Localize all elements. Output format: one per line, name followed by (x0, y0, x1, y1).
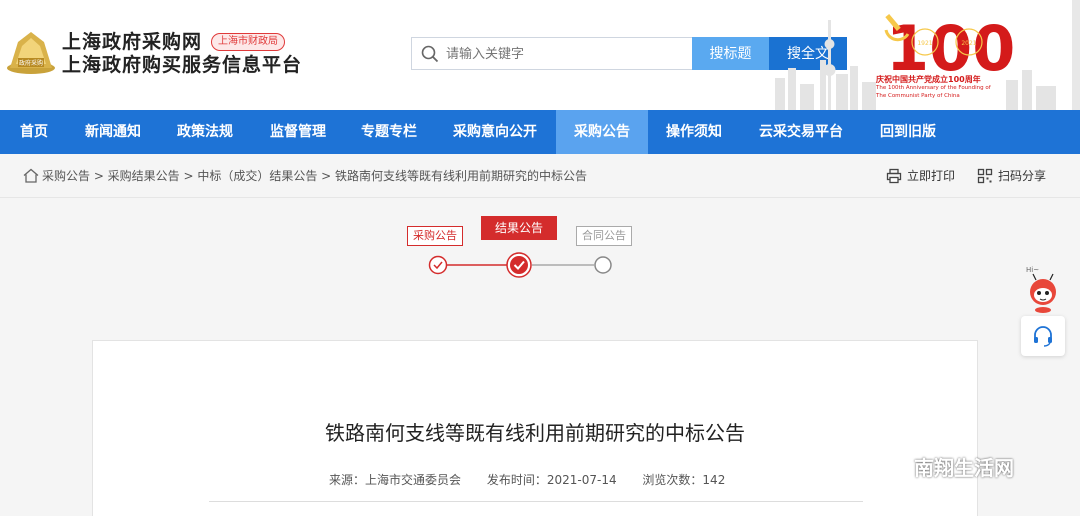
nav-guide[interactable]: 操作须知 (648, 110, 740, 154)
anniversary-caption: 庆祝中国共产党成立100周年 (876, 75, 981, 84)
article-card: 铁路南何支线等既有线利用前期研究的中标公告 来源：上海市交通委员会 发布时间：2… (92, 340, 978, 516)
search-title-button[interactable]: 搜标题 (692, 37, 769, 70)
anniversary-year-end: 2021 (961, 40, 976, 47)
nav-intent-disclosure[interactable]: 采购意向公开 (434, 110, 556, 154)
gov-procurement-emblem-icon[interactable]: 政府采购 (4, 28, 58, 76)
step-tag-contract-notice[interactable]: 合同公告 (576, 226, 632, 246)
headset-icon (1034, 326, 1052, 347)
article-views: 浏览次数：142 (642, 473, 726, 487)
main-nav: 首页 新闻通知 政策法规 监督管理 专题专栏 采购意向公开 采购公告 操作须知 … (0, 110, 1080, 154)
step-tag-result-notice[interactable]: 结果公告 (481, 216, 558, 240)
nav-topics[interactable]: 专题专栏 (344, 110, 434, 154)
search-box (411, 37, 693, 70)
printer-icon (886, 168, 902, 184)
step-pending-circle-icon (594, 256, 612, 274)
article-title: 铁路南何支线等既有线利用前期研究的中标公告 (325, 421, 745, 445)
article-source: 来源：上海市交通委员会 (329, 473, 462, 487)
ant-mascot-icon[interactable]: Hi~ (1024, 262, 1062, 314)
home-icon[interactable] (23, 168, 39, 183)
wechat-icon (873, 457, 905, 480)
nav-procurement-notice[interactable]: 采购公告 (556, 110, 648, 154)
breadcrumb[interactable]: 采购公告 > 采购结果公告 > 中标（成交）结果公告 > 铁路南何支线等既有线利… (42, 167, 587, 185)
step-tag-procurement-notice[interactable]: 采购公告 (407, 226, 463, 246)
article-publish-time: 发布时间：2021-07-14 (486, 473, 617, 487)
share-label: 扫码分享 (998, 169, 1047, 183)
nav-supervision[interactable]: 监督管理 (252, 110, 344, 154)
page-scrollbar[interactable] (1072, 0, 1080, 110)
nav-home[interactable]: 首页 (0, 110, 68, 154)
site-title-secondary: 上海政府购买服务信息平台 (62, 54, 303, 76)
article-meta: 来源：上海市交通委员会 发布时间：2021-07-14 浏览次数：142 (329, 471, 747, 488)
site-header: 政府采购 上海政府采购网 上海市财政局 上海政府购买服务信息平台 搜标题 搜全文 (0, 0, 1080, 110)
anniversary-caption-en-1: The 100th Anniversary of the Founding of (876, 85, 991, 91)
mascot-bubble: Hi~ (1026, 266, 1039, 274)
breadcrumb-bar: 采购公告 > 采购结果公告 > 中标（成交）结果公告 > 铁路南何支线等既有线利… (0, 154, 1080, 198)
nav-policy[interactable]: 政策法规 (158, 110, 252, 154)
customer-service-button[interactable] (1021, 316, 1065, 356)
nav-cloud-trading[interactable]: 云采交易平台 (740, 110, 862, 154)
anniversary-caption-en-2: The Communist Party of China (876, 93, 960, 99)
article-divider (209, 501, 863, 502)
site-title-primary: 上海政府采购网 (62, 31, 203, 53)
progress-track (428, 252, 612, 278)
watermark-text: 南翔生活网 (914, 456, 1014, 480)
step-current-check-icon (506, 252, 532, 278)
anniversary-year-start: 1921 (917, 40, 932, 47)
qr-code-icon (977, 168, 993, 184)
print-label: 立即打印 (907, 169, 956, 183)
nav-news[interactable]: 新闻通知 (68, 110, 158, 154)
nav-old-version[interactable]: 回到旧版 (862, 110, 954, 154)
svg-text:政府采购: 政府采购 (19, 59, 43, 67)
search-input[interactable] (446, 44, 686, 64)
bureau-tag: 上海市财政局 (211, 33, 285, 51)
search-icon (421, 45, 439, 63)
step-done-check-icon (428, 255, 448, 275)
